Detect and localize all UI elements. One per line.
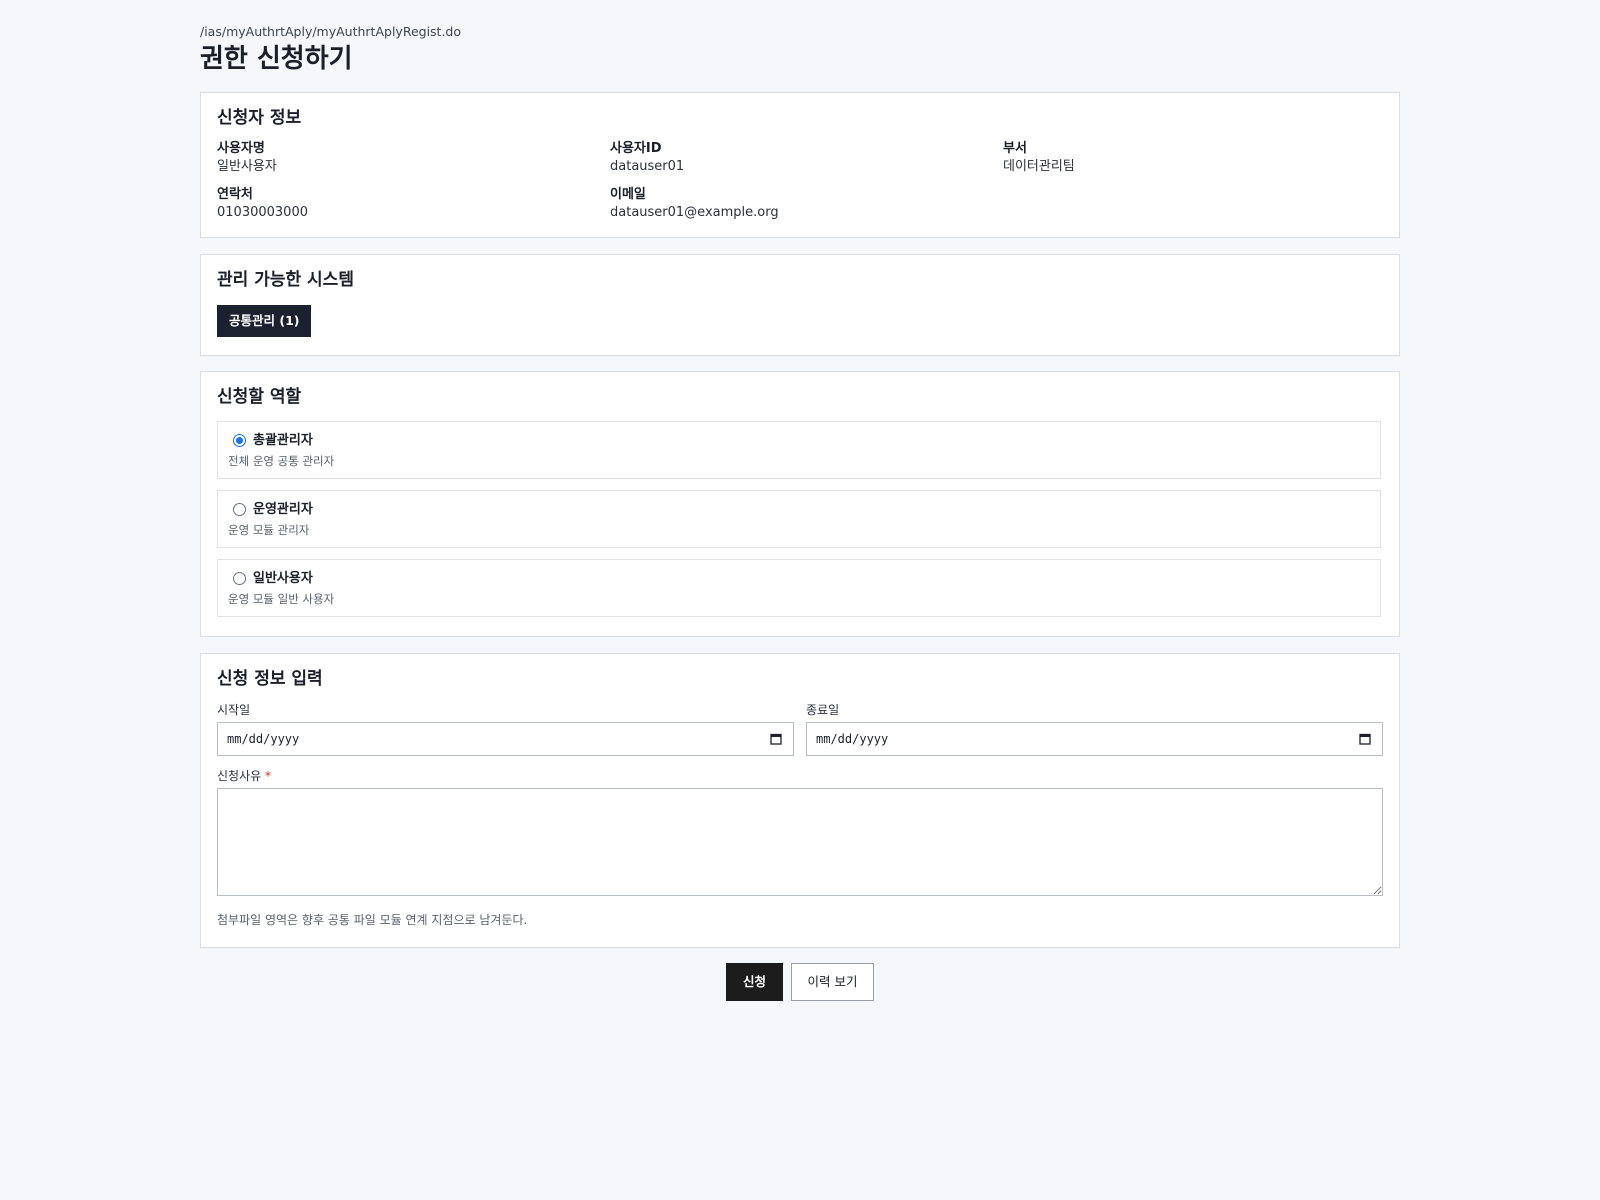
calendar-icon[interactable] xyxy=(1359,733,1371,745)
info-label: 사용자ID xyxy=(610,141,662,156)
role-option-operation-admin[interactable]: 운영관리자 운영 모듈 관리자 xyxy=(217,490,1381,548)
reason-label-wrap: 신청사유 * xyxy=(217,769,271,784)
request-form-section: 신청 정보 입력 시작일 mm/dd/yyyy 종료일 mm/dd/yyyy 신… xyxy=(200,653,1400,948)
role-desc: 운영 모듈 관리자 xyxy=(228,523,310,537)
role-radio[interactable] xyxy=(233,572,246,585)
info-label: 부서 xyxy=(1003,141,1027,156)
info-label: 연락처 xyxy=(217,187,253,202)
roles-title: 신청할 역할 xyxy=(217,387,302,407)
systems-section: 관리 가능한 시스템 공통관리 (1) xyxy=(200,254,1400,356)
page-title: 권한 신청하기 xyxy=(200,44,353,74)
start-date-placeholder: mm/dd/yyyy xyxy=(227,732,300,746)
reason-label: 신청사유 xyxy=(217,769,262,783)
applicant-info-title: 신청자 정보 xyxy=(217,108,302,128)
info-label: 사용자명 xyxy=(217,141,265,156)
required-mark: * xyxy=(265,769,271,783)
info-field-department: 부서 데이터관리팀 xyxy=(1003,141,1383,176)
systems-title: 관리 가능한 시스템 xyxy=(217,270,354,290)
action-bar: 신청 이력 보기 xyxy=(200,963,1400,1001)
role-desc: 운영 모듈 일반 사용자 xyxy=(228,592,335,606)
history-button[interactable]: 이력 보기 xyxy=(791,963,874,1001)
info-field-user-id: 사용자ID datauser01 xyxy=(610,141,990,176)
info-label: 이메일 xyxy=(610,187,646,202)
applicant-info-section: 신청자 정보 사용자명 일반사용자 사용자ID datauser01 부서 데이… xyxy=(200,92,1400,238)
end-date-input[interactable]: mm/dd/yyyy xyxy=(806,722,1383,756)
info-value: 일반사용자 xyxy=(217,159,277,174)
reason-textarea[interactable] xyxy=(217,788,1383,896)
start-date-label: 시작일 xyxy=(217,703,251,717)
info-value: datauser01@example.org xyxy=(610,205,779,220)
info-field-email: 이메일 datauser01@example.org xyxy=(610,187,990,222)
role-name: 일반사용자 xyxy=(253,571,313,586)
submit-button[interactable]: 신청 xyxy=(726,963,783,1001)
role-radio[interactable] xyxy=(233,434,246,447)
end-date-label: 종료일 xyxy=(806,703,840,717)
role-option-general-admin[interactable]: 총괄관리자 전체 운영 공통 관리자 xyxy=(217,421,1381,479)
role-name: 운영관리자 xyxy=(253,502,313,517)
roles-section: 신청할 역할 총괄관리자 전체 운영 공통 관리자 운영관리자 운영 모듈 관리… xyxy=(200,371,1400,637)
end-date-placeholder: mm/dd/yyyy xyxy=(816,732,889,746)
info-field-user-name: 사용자명 일반사용자 xyxy=(217,141,597,176)
info-value: 01030003000 xyxy=(217,205,308,220)
url-path: /ias/myAuthrtAply/myAuthrtAplyRegist.do xyxy=(200,24,462,39)
role-desc: 전체 운영 공통 관리자 xyxy=(228,454,335,468)
request-form-title: 신청 정보 입력 xyxy=(217,669,323,689)
calendar-icon[interactable] xyxy=(770,733,782,745)
system-tab-common-management[interactable]: 공통관리 (1) xyxy=(217,305,312,337)
info-field-phone: 연락처 01030003000 xyxy=(217,187,597,222)
attachment-note: 첨부파일 영역은 향후 공통 파일 모듈 연계 지점으로 남겨둔다. xyxy=(217,913,528,927)
role-radio[interactable] xyxy=(233,503,246,516)
info-value: 데이터관리팀 xyxy=(1003,159,1075,174)
page-container: /ias/myAuthrtAply/myAuthrtAplyRegist.do … xyxy=(200,24,1400,1001)
info-value: datauser01 xyxy=(610,159,685,174)
start-date-input[interactable]: mm/dd/yyyy xyxy=(217,722,794,756)
role-option-general-user[interactable]: 일반사용자 운영 모듈 일반 사용자 xyxy=(217,559,1381,617)
role-name: 총괄관리자 xyxy=(253,433,313,448)
